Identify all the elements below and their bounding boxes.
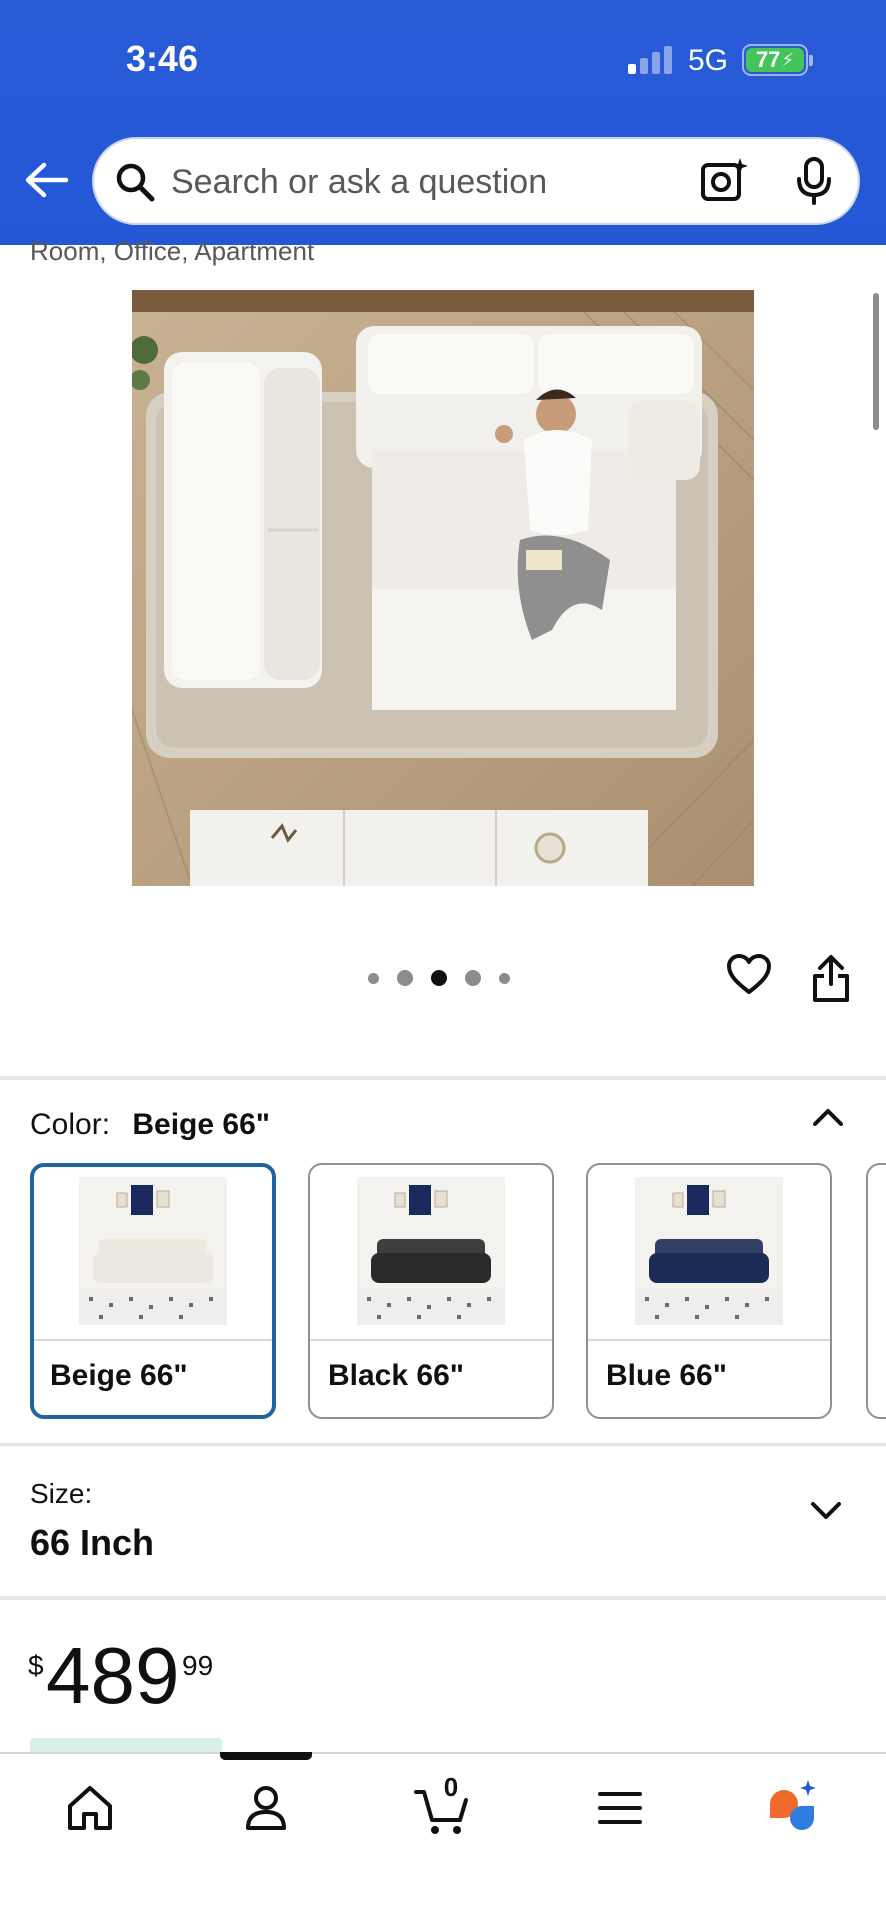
color-option-more[interactable] [866,1163,886,1419]
share-icon[interactable] [810,954,852,1004]
bottom-tab-bar: 0 [0,1752,886,1920]
deal-badge [30,1738,222,1752]
color-option-thumbnail [635,1177,783,1325]
top-header: 3:46 5G 77 ⚡ Search or ask a question [0,0,886,245]
color-selector-header[interactable]: Color: Beige 66" [30,1108,270,1142]
swatch-divider [588,1339,830,1341]
camera-search-icon[interactable] [700,156,748,204]
heart-icon[interactable] [726,954,772,996]
network-type: 5G [688,44,729,77]
color-option-label: Beige 66" [50,1359,188,1392]
status-time: 3:46 [126,38,199,79]
price-whole: 489 [46,1631,180,1720]
color-option-label: Black 66" [328,1359,464,1392]
product-image[interactable] [132,290,754,886]
carousel-dot[interactable] [499,972,510,984]
price-currency: $ [28,1650,44,1681]
color-option[interactable]: Beige 66" [30,1163,276,1419]
active-tab-indicator [220,1752,312,1760]
product-title-fragment: Room, Office, Apartment [30,236,315,266]
product-photo [132,290,754,886]
swatch-divider [34,1339,272,1341]
color-option[interactable]: Black 66" [308,1163,554,1419]
size-value[interactable]: 66 Inch [30,1522,154,1564]
page-scrollbar[interactable] [873,293,879,430]
assistant-icon[interactable] [762,1778,822,1838]
search-input[interactable]: Search or ask a question [171,163,547,202]
carousel-dot-active[interactable] [431,970,447,986]
signal-icon [628,44,674,74]
color-selected-value: Beige 66" [132,1108,270,1141]
back-arrow-icon[interactable] [24,160,70,200]
swatch-divider [310,1339,552,1341]
color-label: Color: [30,1108,111,1141]
search-bar[interactable]: Search or ask a question [92,137,860,225]
menu-icon[interactable] [590,1778,650,1838]
cart-tab[interactable]: 0 [412,1772,472,1838]
color-option-thumbnail [357,1177,505,1325]
home-icon[interactable] [60,1778,120,1838]
battery-icon: 77 ⚡ [742,44,813,76]
battery-level: 77 [755,47,781,72]
section-divider [0,1076,886,1080]
price-fraction: 99 [182,1650,214,1681]
product-detail-screen: 3:46 5G 77 ⚡ Search or ask a question Ro… [0,0,886,1920]
chevron-down-icon[interactable] [810,1500,842,1522]
cart-count: 0 [443,1772,459,1802]
size-label: Size: [30,1478,93,1509]
section-divider [0,1596,886,1600]
carousel-dot[interactable] [397,970,413,986]
microphone-icon[interactable] [794,157,834,205]
image-carousel-dots[interactable] [368,968,528,988]
color-option-label: Blue 66" [606,1359,727,1392]
color-option-thumbnail [79,1177,227,1325]
color-option[interactable]: Blue 66" [586,1163,832,1419]
person-icon[interactable] [236,1778,296,1838]
section-divider [0,1443,886,1446]
chevron-up-icon[interactable] [812,1106,844,1128]
search-icon [116,163,155,202]
carousel-dot[interactable] [368,972,379,984]
carousel-dot[interactable] [465,970,481,986]
color-options-list: Beige 66" Black 66" Blue 66" [30,1163,886,1421]
